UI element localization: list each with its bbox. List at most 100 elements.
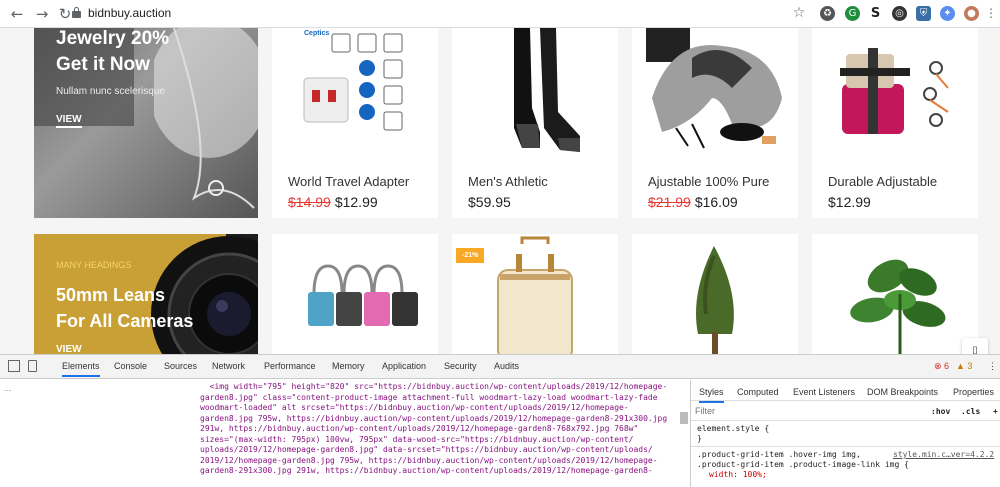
product-card-tree[interactable] xyxy=(632,234,798,354)
hov-toggle[interactable]: :hov xyxy=(931,407,950,416)
cable-locks-image xyxy=(308,264,418,326)
banner-title-line2: Get it Now xyxy=(56,54,150,75)
warning-count[interactable]: ▲ 3 xyxy=(956,361,972,371)
lock-icon[interactable] xyxy=(72,7,81,18)
product-card-strap[interactable]: Durable Adjustable $12.99 xyxy=(812,28,978,218)
rule-selector-1[interactable]: .product-grid-item .hover-img img, xyxy=(697,450,861,459)
extension-s-icon[interactable]: S xyxy=(868,6,883,21)
extension-grammarly-icon[interactable]: G xyxy=(845,6,860,21)
banner-subtitle: Nullam nunc scelerisque xyxy=(56,86,165,97)
devtools-panel: Elements Console Sources Network Perform… xyxy=(0,354,1000,487)
styles-divider xyxy=(691,400,1000,401)
bookmark-star-icon[interactable]: ☆ xyxy=(790,4,808,22)
properties-tab[interactable]: Properties xyxy=(953,387,994,397)
product-card-adapter[interactable]: Ceptics World Travel Adapter $14.99 $12.9… xyxy=(272,28,438,218)
styles-filter-input[interactable] xyxy=(695,404,895,418)
code-line-9[interactable]: garden8-291x300.jpg 291w, https://bidnbu… xyxy=(200,466,653,477)
travel-adapter-image xyxy=(303,33,403,131)
code-line-8[interactable]: 2019/12/homepage-garden8.jpg 795w, https… xyxy=(200,456,658,467)
current-price: $12.99 xyxy=(334,194,378,210)
code-line-3[interactable]: woodmart-loaded" alt srcset="https://bid… xyxy=(200,403,629,414)
current-price: $59.95 xyxy=(468,194,511,210)
banner-title-line1: Jewelry 20% xyxy=(56,28,170,49)
cls-toggle[interactable]: .cls xyxy=(961,407,980,416)
potted-plant-image xyxy=(850,259,946,354)
computed-tab[interactable]: Computed xyxy=(737,387,779,397)
scroll-to-top-button[interactable]: ▯ xyxy=(962,338,988,354)
extension-shield-icon[interactable]: ⛨ xyxy=(916,6,931,21)
page-content: Jewelry 20% Get it Now Nullam nunc scele… xyxy=(0,28,1000,354)
browser-toolbar: ← → ↻ bidnbuy.auction ☆ ♻ G S ◎ ⛨ ✦ ● ⋮ xyxy=(0,0,1000,28)
banner-view-link[interactable]: VIEW xyxy=(56,344,82,354)
inspect-element-icon[interactable] xyxy=(8,360,20,372)
product-name[interactable]: World Travel Adapter xyxy=(288,174,409,189)
tab-elements[interactable]: Elements xyxy=(62,361,100,377)
dom-breakpoints-tab[interactable]: DOM Breakpoints xyxy=(867,387,938,397)
devtools-tabbar: Elements Console Sources Network Perform… xyxy=(0,355,1000,379)
code-line-2[interactable]: garden8.jpg" class="content-product-imag… xyxy=(200,393,658,404)
code-line-6[interactable]: sizes="(max-width: 795px) 100vw, 795px" … xyxy=(200,435,633,446)
current-price: $12.99 xyxy=(828,194,871,210)
tab-security[interactable]: Security xyxy=(444,361,477,371)
rule-close-brace: } xyxy=(697,434,702,443)
extension-recycle-icon[interactable]: ♻ xyxy=(820,6,835,21)
add-rule-icon[interactable]: + xyxy=(993,407,998,416)
error-count[interactable]: ⊗ 6 xyxy=(934,361,949,372)
neck-pillow-image xyxy=(646,28,782,149)
code-line-4[interactable]: garden8.jpg 795w, https://bidnbuy.auctio… xyxy=(200,414,667,425)
necklace-photo xyxy=(154,28,258,209)
product-card-pillow[interactable]: Ajustable 100% Pure $21.99 $16.09 xyxy=(632,28,798,218)
extension-puzzle-icon[interactable]: ✦ xyxy=(940,6,955,21)
product-name[interactable]: Ajustable 100% Pure xyxy=(648,174,769,189)
tab-audits[interactable]: Audits xyxy=(494,361,519,371)
rule-selector-2[interactable]: .product-grid-item .product-image-link i… xyxy=(697,460,909,469)
product-card-socks[interactable]: Men's Athletic $59.95 xyxy=(452,28,618,218)
product-card-suitcase[interactable]: -21% xyxy=(452,234,618,354)
back-icon[interactable]: ← xyxy=(8,5,26,23)
code-line-1[interactable]: <img width="795" height="820" src="https… xyxy=(200,382,668,393)
event-listeners-tab[interactable]: Event Listeners xyxy=(793,387,855,397)
element-style-rule[interactable]: element.style { xyxy=(697,424,769,433)
elements-scrollbar[interactable] xyxy=(680,412,688,424)
tab-console[interactable]: Console xyxy=(114,361,147,371)
product-card-locks[interactable] xyxy=(272,234,438,354)
potted-tree-image xyxy=(696,246,734,354)
styles-pane: Styles Computed Event Listeners DOM Brea… xyxy=(690,380,1000,487)
product-price: $14.99 $12.99 xyxy=(288,194,378,210)
camera-banner[interactable]: MANY HEADINGS 50mm Leans For All Cameras… xyxy=(34,234,258,354)
banner-title-line1: 50mm Leans xyxy=(56,285,166,305)
forward-icon[interactable]: → xyxy=(33,5,51,23)
tab-sources[interactable]: Sources xyxy=(164,361,197,371)
banner-view-link[interactable]: VIEW xyxy=(56,114,82,128)
devtools-menu-icon[interactable]: ⋮ xyxy=(988,361,997,372)
jewelry-banner[interactable]: Jewelry 20% Get it Now Nullam nunc scele… xyxy=(34,28,258,218)
rule-source-link[interactable]: style.min.c…ver=4.2.2 xyxy=(893,450,994,459)
avatar[interactable]: ● xyxy=(964,6,979,21)
current-price: $16.09 xyxy=(694,194,738,210)
address-bar[interactable]: bidnbuy.auction xyxy=(88,6,171,20)
error-count-value: 6 xyxy=(944,361,950,371)
old-price: $21.99 xyxy=(648,194,691,210)
device-toolbar-icon[interactable] xyxy=(28,360,37,372)
tab-memory[interactable]: Memory xyxy=(332,361,365,371)
code-line-7[interactable]: uploads/2019/12/homepage-garden8.jpg" da… xyxy=(200,445,653,456)
product-price: $21.99 $16.09 xyxy=(648,194,738,210)
luggage-strap-image xyxy=(840,48,949,134)
banner-title-line2: For All Cameras xyxy=(56,311,194,331)
product-name[interactable]: Men's Athletic xyxy=(468,174,548,189)
product-card-plant[interactable] xyxy=(812,234,978,354)
tab-application[interactable]: Application xyxy=(382,361,426,371)
extension-circle-icon[interactable]: ◎ xyxy=(892,6,907,21)
old-price: $14.99 xyxy=(288,194,331,210)
product-name[interactable]: Durable Adjustable xyxy=(828,174,937,189)
compression-socks-image xyxy=(514,28,580,152)
tab-network[interactable]: Network xyxy=(212,361,245,371)
elements-dom-tree[interactable]: ... <img width="795" height="820" src="h… xyxy=(0,380,690,487)
dom-ellipsis[interactable]: ... xyxy=(4,383,12,393)
product-price: $59.95 xyxy=(468,194,511,210)
rule-property[interactable]: width: 100%; xyxy=(709,470,767,479)
code-line-5[interactable]: 291w, https://bidnbuy.auction/wp-content… xyxy=(200,424,638,435)
menu-kebab-icon[interactable]: ⋮ xyxy=(982,4,1000,22)
tab-performance[interactable]: Performance xyxy=(264,361,316,371)
sale-badge: -21% xyxy=(456,248,485,263)
